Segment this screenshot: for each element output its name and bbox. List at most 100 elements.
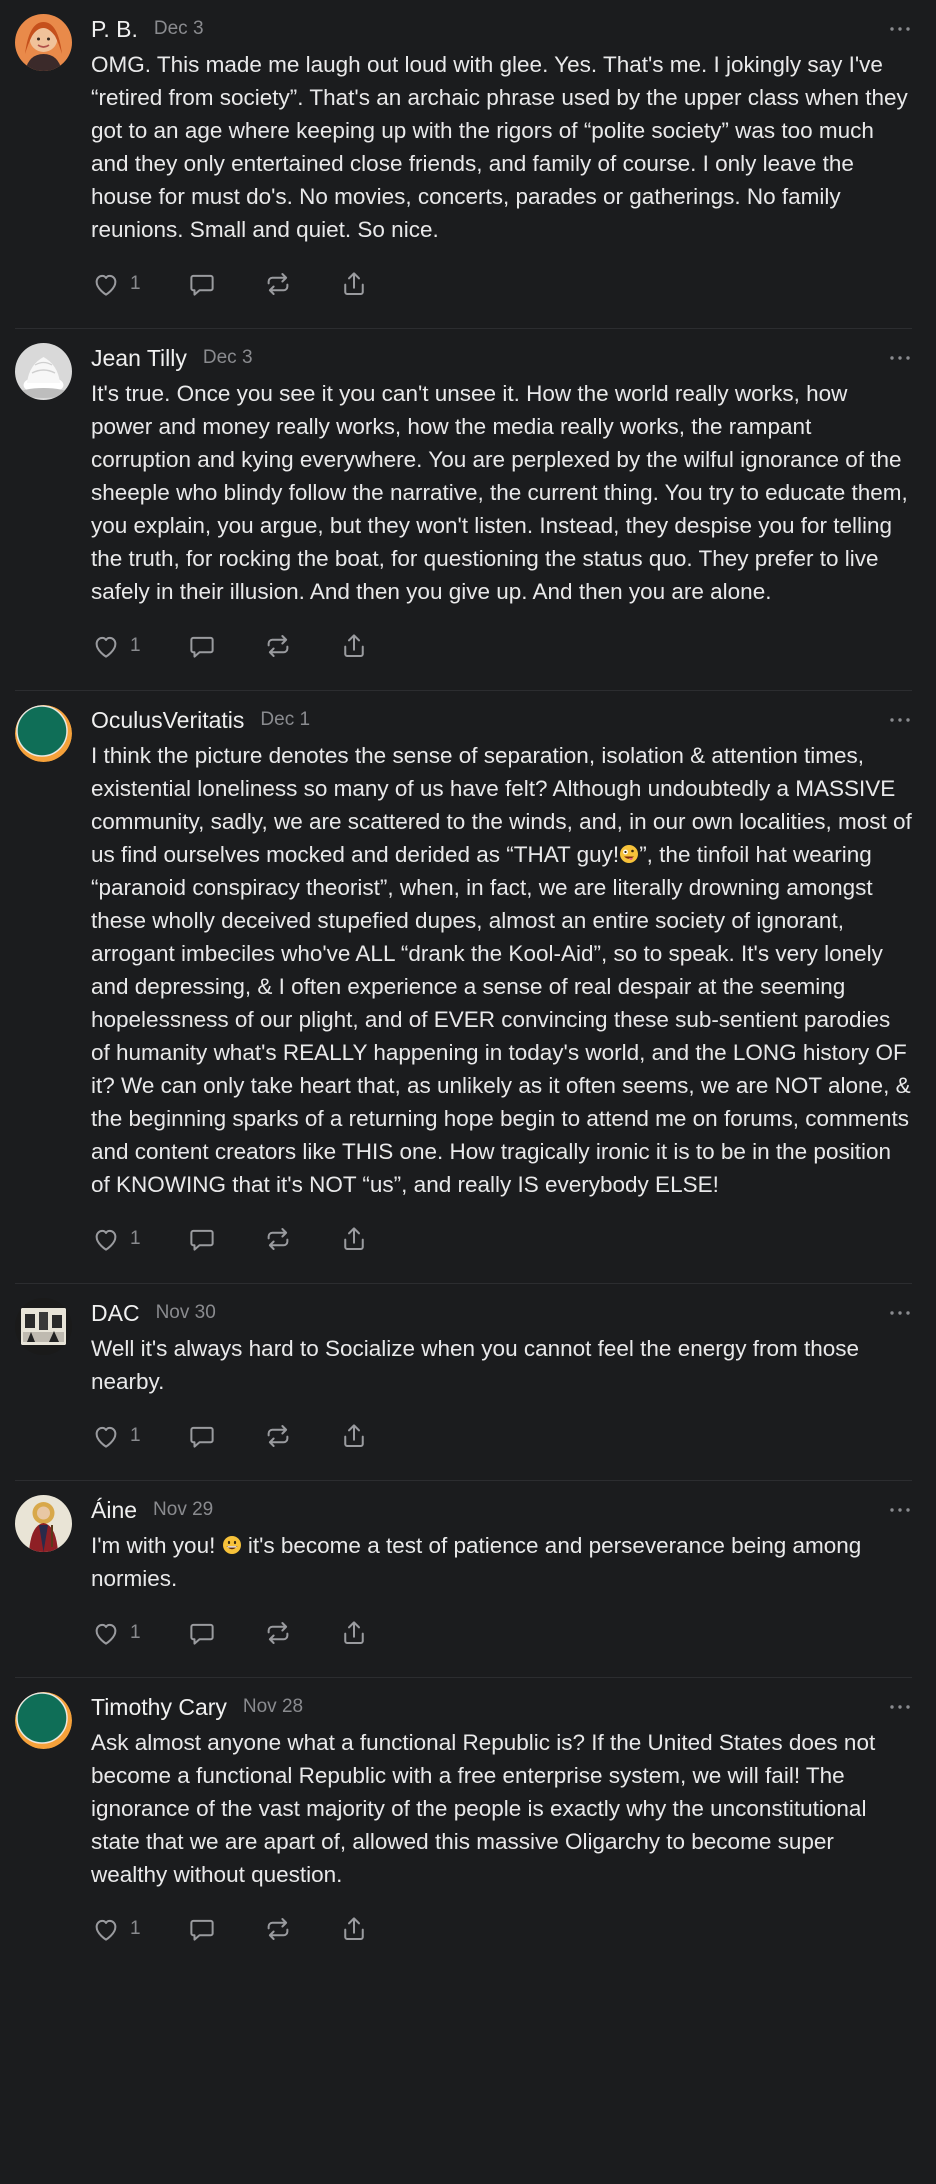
avatar[interactable] xyxy=(15,1495,72,1552)
comment: P. B. Dec 3 OMG. This made me laugh out … xyxy=(15,0,912,329)
share-icon xyxy=(339,1618,369,1648)
comment-text: I'm with you! xyxy=(91,1533,222,1558)
share-icon xyxy=(339,1914,369,1944)
share-button[interactable] xyxy=(339,1224,369,1254)
comment-actions: 1 xyxy=(91,1617,912,1649)
share-icon xyxy=(339,269,369,299)
restack-button[interactable] xyxy=(263,269,293,299)
heart-icon xyxy=(91,1421,121,1451)
more-options-icon[interactable] xyxy=(876,19,912,39)
comment-actions: 1 xyxy=(91,1913,912,1945)
comment-actions: 1 xyxy=(91,630,912,662)
comment-date[interactable]: Dec 3 xyxy=(203,347,253,369)
comment-body: I think the picture denotes the sense of… xyxy=(91,739,912,1201)
more-options-icon[interactable] xyxy=(876,1303,912,1323)
restack-icon xyxy=(263,1224,293,1254)
like-count: 1 xyxy=(130,1425,141,1446)
like-count: 1 xyxy=(130,635,141,656)
reply-button[interactable] xyxy=(187,1224,217,1254)
author-name[interactable]: DAC xyxy=(91,1300,140,1327)
like-count: 1 xyxy=(130,1918,141,1939)
like-button[interactable]: 1 xyxy=(91,1224,141,1254)
comment-date[interactable]: Nov 28 xyxy=(243,1696,303,1718)
avatar[interactable] xyxy=(15,14,72,71)
share-button[interactable] xyxy=(339,1421,369,1451)
comment: Jean Tilly Dec 3 It's true. Once you see… xyxy=(15,329,912,691)
author-name[interactable]: Timothy Cary xyxy=(91,1694,227,1721)
like-count: 1 xyxy=(130,1228,141,1249)
comment-actions: 1 xyxy=(91,268,912,300)
restack-button[interactable] xyxy=(263,1421,293,1451)
heart-icon xyxy=(91,269,121,299)
share-icon xyxy=(339,1224,369,1254)
avatar[interactable] xyxy=(15,1692,72,1749)
comment-body: OMG. This made me laugh out loud with gl… xyxy=(91,52,915,242)
author-name[interactable]: OculusVeritatis xyxy=(91,707,244,734)
reply-button[interactable] xyxy=(187,631,217,661)
comment-date[interactable]: Nov 30 xyxy=(156,1302,216,1324)
share-icon xyxy=(339,1421,369,1451)
author-name[interactable]: Jean Tilly xyxy=(91,345,187,372)
comment: OculusVeritatis Dec 1 I think the pictur… xyxy=(15,691,912,1284)
comment-feed: P. B. Dec 3 OMG. This made me laugh out … xyxy=(0,0,936,1973)
heart-icon xyxy=(91,1914,121,1944)
comment-actions: 1 xyxy=(91,1223,912,1255)
more-options-icon[interactable] xyxy=(876,1500,912,1520)
comment-date[interactable]: Dec 1 xyxy=(260,709,310,731)
more-options-icon[interactable] xyxy=(876,710,912,730)
author-name[interactable]: P. B. xyxy=(91,16,138,43)
heart-icon xyxy=(91,1224,121,1254)
share-button[interactable] xyxy=(339,269,369,299)
share-button[interactable] xyxy=(339,631,369,661)
share-button[interactable] xyxy=(339,1618,369,1648)
comment-actions: 1 xyxy=(91,1420,912,1452)
like-button[interactable]: 1 xyxy=(91,1421,141,1451)
heart-icon xyxy=(91,1618,121,1648)
comment-date[interactable]: Dec 3 xyxy=(154,18,204,40)
avatar[interactable] xyxy=(15,705,72,762)
like-button[interactable]: 1 xyxy=(91,1914,141,1944)
restack-button[interactable] xyxy=(263,631,293,661)
share-button[interactable] xyxy=(339,1914,369,1944)
more-options-icon[interactable] xyxy=(876,1697,912,1717)
like-count: 1 xyxy=(130,273,141,294)
like-button[interactable]: 1 xyxy=(91,631,141,661)
restack-icon xyxy=(263,269,293,299)
restack-icon xyxy=(263,631,293,661)
comment-body: Well it's always hard to Socialize when … xyxy=(91,1336,866,1394)
reply-button[interactable] xyxy=(187,1914,217,1944)
comment-icon xyxy=(187,1421,217,1451)
restack-button[interactable] xyxy=(263,1224,293,1254)
restack-button[interactable] xyxy=(263,1618,293,1648)
avatar[interactable] xyxy=(15,343,72,400)
comment-icon xyxy=(187,1618,217,1648)
more-options-icon[interactable] xyxy=(876,348,912,368)
comment-icon xyxy=(187,1914,217,1944)
restack-icon xyxy=(263,1914,293,1944)
comment: Áine Nov 29 I'm with you! it's become a … xyxy=(15,1481,912,1678)
like-button[interactable]: 1 xyxy=(91,269,141,299)
reply-button[interactable] xyxy=(187,269,217,299)
share-icon xyxy=(339,631,369,661)
comment-icon xyxy=(187,631,217,661)
zany-face-emoji xyxy=(620,845,639,863)
comment-body: It's true. Once you see it you can't uns… xyxy=(91,381,915,604)
comment-text: ”, the tinfoil hat wearing “paranoid con… xyxy=(91,842,917,1197)
restack-icon xyxy=(263,1618,293,1648)
reply-button[interactable] xyxy=(187,1421,217,1451)
like-button[interactable]: 1 xyxy=(91,1618,141,1648)
comment-body: I'm with you! it's become a test of pati… xyxy=(91,1529,912,1595)
author-name[interactable]: Áine xyxy=(91,1497,137,1524)
grinning-face-emoji xyxy=(222,1536,241,1554)
comment: DAC Nov 30 Well it's always hard to Soci… xyxy=(15,1284,912,1481)
comment-icon xyxy=(187,269,217,299)
comment-date[interactable]: Nov 29 xyxy=(153,1499,213,1521)
like-count: 1 xyxy=(130,1622,141,1643)
restack-button[interactable] xyxy=(263,1914,293,1944)
restack-icon xyxy=(263,1421,293,1451)
avatar[interactable] xyxy=(15,1298,72,1355)
comment-body: Ask almost anyone what a functional Repu… xyxy=(91,1730,882,1887)
comment: Timothy Cary Nov 28 Ask almost anyone wh… xyxy=(15,1678,912,1973)
reply-button[interactable] xyxy=(187,1618,217,1648)
heart-icon xyxy=(91,631,121,661)
